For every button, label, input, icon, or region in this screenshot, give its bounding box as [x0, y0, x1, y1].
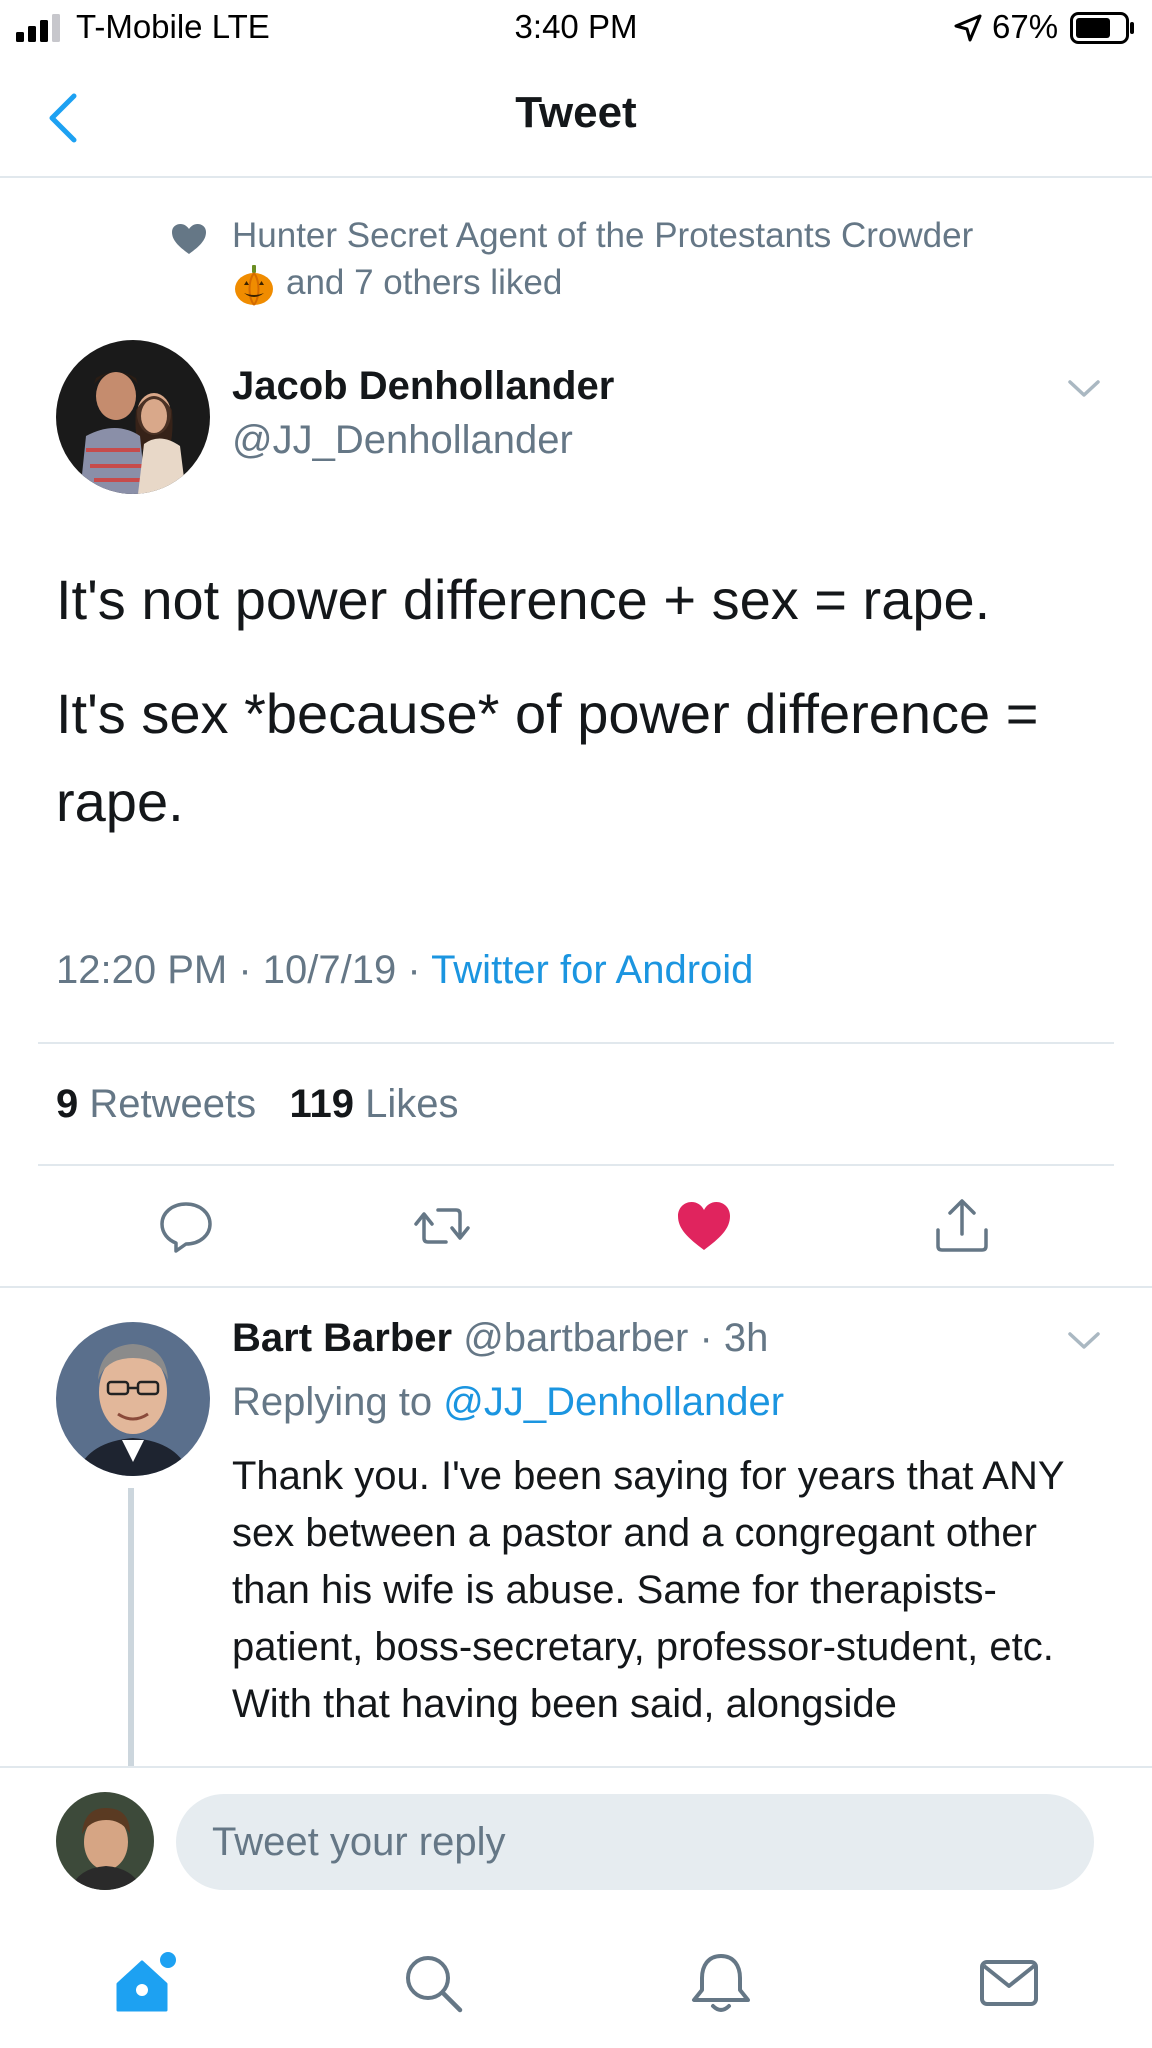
replying-to-handle[interactable]: @JJ_Denhollander — [443, 1380, 784, 1424]
home-icon[interactable] — [112, 1950, 178, 2016]
social-context-line1: Hunter Secret Agent of the Protestants C… — [232, 216, 974, 255]
reply-text: Thank you. I've been saying for years th… — [232, 1454, 1064, 1726]
search-icon[interactable] — [400, 1950, 466, 2016]
page-title: Tweet — [515, 88, 637, 137]
my-avatar[interactable] — [56, 1792, 154, 1890]
reply-author-handle[interactable]: @bartbarber — [463, 1316, 688, 1360]
pumpkin-icon — [235, 264, 273, 306]
share-icon[interactable] — [932, 1196, 992, 1256]
tweet-meta: 12:20 PM · 10/7/19 · Twitter for Android — [56, 948, 754, 992]
tweet-text: It's not power difference + sex = rape. … — [56, 556, 1116, 872]
location-arrow-icon — [954, 14, 982, 42]
retweets-stat[interactable]: 9 Retweets — [56, 1082, 256, 1126]
likes-stat[interactable]: 119 Likes — [289, 1082, 458, 1126]
avatar-image — [56, 1322, 210, 1476]
social-context[interactable]: Hunter Secret Agent of the Protestants C… — [232, 212, 1112, 307]
replying-to: Replying to @JJ_Denhollander — [232, 1380, 784, 1425]
divider — [0, 1286, 1152, 1288]
status-bar: T-Mobile LTE 3:40 PM 67% — [0, 0, 1152, 56]
battery-icon — [1070, 12, 1134, 44]
reply-icon[interactable] — [156, 1196, 216, 1256]
likes-label: Likes — [365, 1082, 459, 1126]
retweets-count: 9 — [56, 1082, 79, 1126]
messages-icon[interactable] — [976, 1950, 1042, 2016]
thread-line — [128, 1488, 134, 1768]
tweet-source-link[interactable]: Twitter for Android — [431, 948, 753, 992]
reply-text-container[interactable]: Thank you. I've been saying for years th… — [232, 1448, 1112, 1766]
tweet-date: 10/7/19 — [262, 948, 397, 992]
liked-heart-icon[interactable] — [674, 1196, 734, 1256]
chevron-down-icon[interactable] — [1066, 1328, 1102, 1352]
tab-bar — [0, 1910, 1152, 2048]
tweet-stats: 9 Retweets 119 Likes — [56, 1082, 459, 1127]
reply-author-avatar[interactable] — [56, 1322, 210, 1476]
battery-percent: 67% — [992, 8, 1059, 45]
notifications-icon[interactable] — [688, 1950, 754, 2016]
retweets-label: Retweets — [89, 1082, 257, 1126]
reply-age: 3h — [723, 1316, 769, 1360]
social-context-line2-row: and 7 others liked — [232, 259, 1112, 307]
divider — [38, 1042, 1114, 1044]
retweet-icon[interactable] — [412, 1196, 472, 1256]
tweet-paragraph: It's sex *because* of power difference =… — [56, 682, 1039, 833]
avatar-image — [56, 1792, 154, 1890]
chevron-down-icon[interactable] — [1066, 376, 1102, 400]
likes-count: 119 — [289, 1082, 354, 1126]
author-avatar[interactable] — [56, 340, 210, 494]
replying-to-label: Replying to — [232, 1380, 433, 1424]
reply-header: Bart Barber @bartbarber · 3h — [232, 1316, 769, 1360]
author-name[interactable]: Jacob Denhollander — [232, 364, 614, 409]
social-context-line2: and 7 others liked — [286, 263, 563, 302]
reply-author-name[interactable]: Bart Barber — [232, 1316, 452, 1360]
divider — [38, 1164, 1114, 1166]
reply-input[interactable] — [176, 1794, 1094, 1890]
compose-bar — [0, 1766, 1152, 1890]
author-handle[interactable]: @JJ_Denhollander — [232, 418, 573, 463]
avatar-image — [56, 340, 210, 494]
tweet-time: 12:20 PM — [56, 948, 228, 992]
tweet-paragraph: It's not power difference + sex = rape. — [56, 568, 991, 631]
heart-icon — [172, 224, 206, 254]
nav-header: Tweet — [0, 60, 1152, 178]
